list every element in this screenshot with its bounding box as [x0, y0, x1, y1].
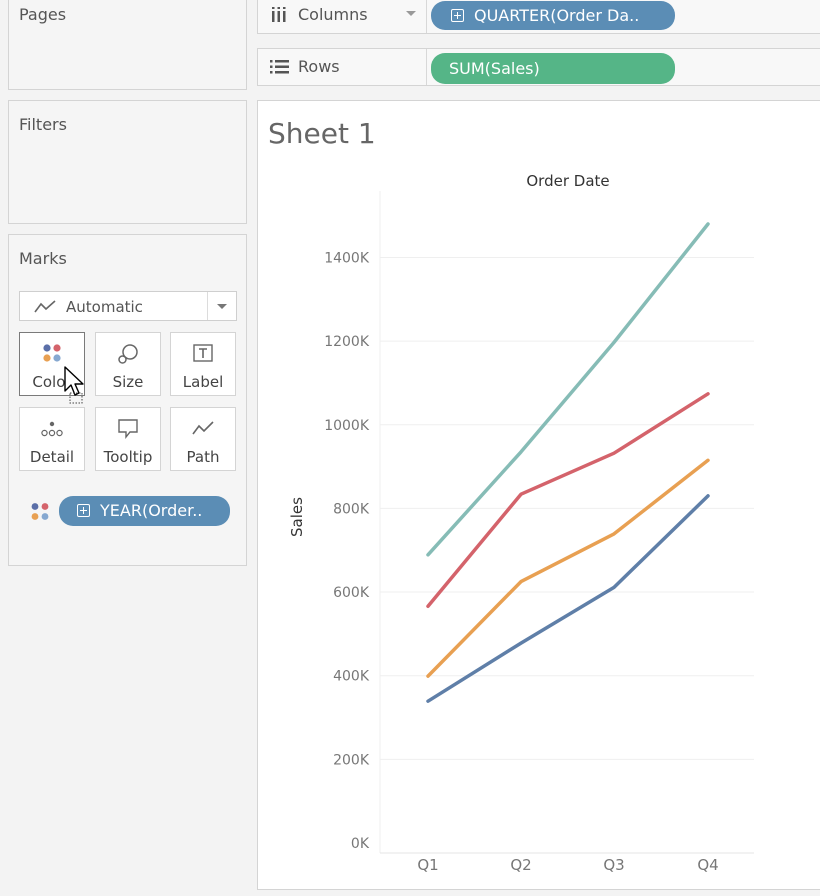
filters-title: Filters — [19, 115, 67, 134]
y-tick-label: 1400K — [324, 250, 370, 266]
chevron-down-icon[interactable] — [406, 11, 416, 16]
sum-sales-pill[interactable]: SUM(Sales) — [431, 53, 675, 84]
series-line-2 — [426, 458, 710, 678]
filters-shelf[interactable]: Filters — [8, 100, 247, 224]
columns-label: Columns — [298, 5, 368, 24]
sum-sales-label: SUM(Sales) — [449, 59, 540, 78]
size-icon — [96, 342, 160, 366]
y-tick-label: 1000K — [324, 418, 370, 434]
y-tick-label: 1200K — [324, 334, 370, 350]
line-mark-icon — [34, 299, 56, 318]
columns-shelf[interactable]: Columns QUARTER(Order Da.. — [257, 0, 820, 34]
pages-title: Pages — [19, 5, 67, 24]
detail-label: Detail — [29, 448, 75, 466]
sales-line-chart: 0K 200K 400K 600K 800K 1000K 1200K 1400K Q1 Q2 Q3 Q… — [288, 172, 754, 874]
x-tick-label: Q2 — [510, 856, 531, 874]
color-dots-icon — [20, 342, 84, 366]
label-button[interactable]: Label — [170, 332, 236, 396]
dropdown-divider — [207, 292, 208, 320]
year-pill-label: YEAR(Order.. — [100, 501, 203, 520]
tooltip-label: Tooltip — [103, 448, 153, 466]
quarter-pill-label: QUARTER(Order Da.. — [474, 6, 640, 25]
y-tick-label: 0K — [351, 836, 370, 852]
columns-icon — [270, 7, 288, 27]
label-label: Label — [182, 373, 224, 391]
mouse-cursor-icon — [63, 365, 91, 409]
series-line-0 — [426, 222, 710, 557]
mark-type-dropdown[interactable]: Automatic — [19, 291, 237, 321]
expand-icon[interactable] — [77, 504, 90, 517]
path-button[interactable]: Path — [170, 407, 236, 471]
y-tick-label: 600K — [333, 585, 370, 601]
y-tick-label: 800K — [333, 501, 370, 517]
y-tick-label: 200K — [333, 752, 370, 768]
marks-card: Marks Automatic Color Size Label Detail … — [8, 234, 247, 566]
pages-shelf[interactable]: Pages — [8, 0, 247, 90]
size-button[interactable]: Size — [95, 332, 161, 396]
series-line-3 — [426, 494, 710, 703]
chart-title: Order Date — [526, 172, 609, 190]
x-tick-label: Q4 — [697, 856, 718, 874]
rows-icon — [270, 59, 290, 79]
label-icon — [171, 342, 235, 366]
x-tick-label: Q3 — [603, 856, 624, 874]
color-dots-icon — [29, 501, 51, 527]
rows-shelf[interactable]: Rows SUM(Sales) — [257, 48, 820, 86]
x-tick-label: Q1 — [417, 856, 438, 874]
detail-icon — [20, 417, 84, 441]
tooltip-icon — [96, 417, 160, 441]
shelf-divider — [426, 49, 427, 85]
tooltip-button[interactable]: Tooltip — [95, 407, 161, 471]
y-axis-label: Sales — [288, 497, 306, 537]
size-label: Size — [112, 373, 144, 391]
series-line-1 — [426, 392, 710, 609]
expand-icon[interactable] — [451, 9, 464, 22]
chevron-down-icon[interactable] — [217, 304, 227, 309]
detail-button[interactable]: Detail — [19, 407, 85, 471]
rows-label: Rows — [298, 57, 340, 76]
sheet-view: Sheet 1 0K 200K 400K 600K 800K 1000K 1200K 1400… — [257, 100, 820, 890]
marks-title: Marks — [19, 249, 67, 268]
path-icon — [171, 417, 235, 441]
y-tick-label: 400K — [333, 669, 370, 685]
quarter-order-date-pill[interactable]: QUARTER(Order Da.. — [431, 1, 675, 30]
shelf-divider — [426, 0, 427, 33]
path-label: Path — [186, 448, 220, 466]
mark-type-label: Automatic — [66, 298, 143, 316]
year-order-date-pill[interactable]: YEAR(Order.. — [59, 496, 230, 526]
